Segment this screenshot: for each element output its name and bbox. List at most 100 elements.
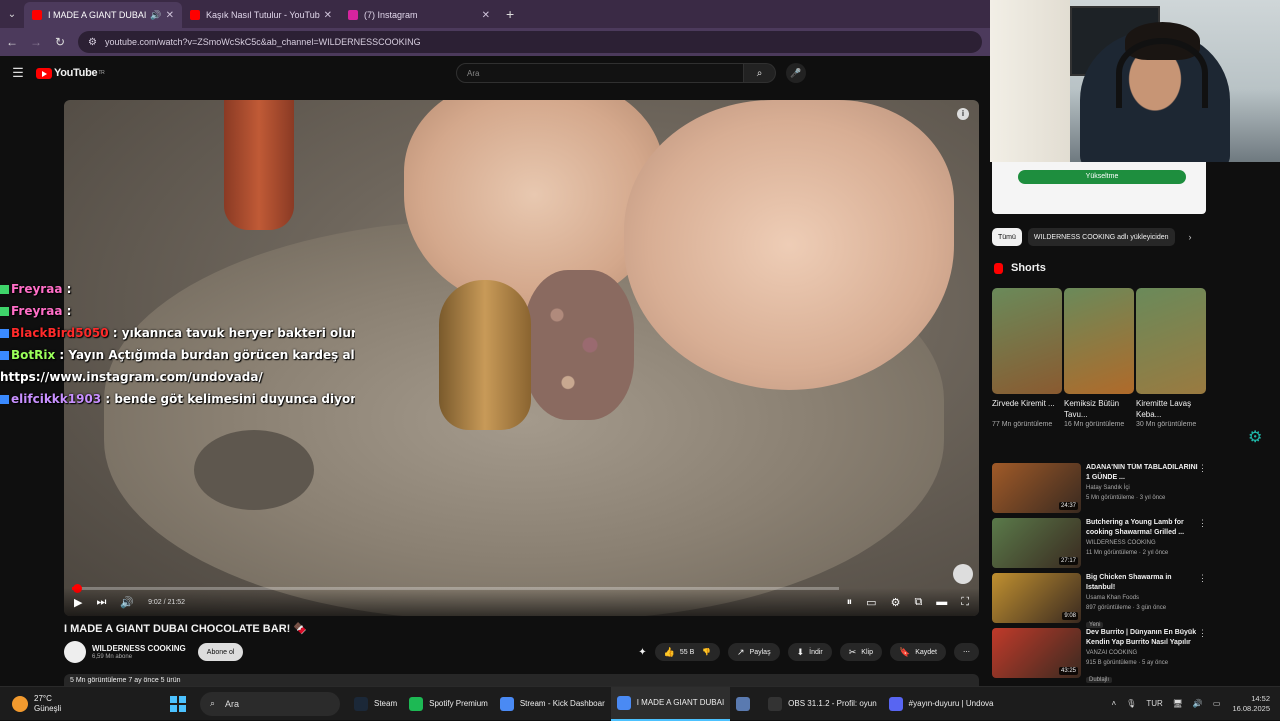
subscribe-button[interactable]: Abone ol: [197, 643, 244, 661]
app-icon: [409, 696, 424, 711]
taskbar-app-label: Stream - Kick Dashboar: [519, 699, 605, 708]
short-thumbnail[interactable]: [992, 288, 1062, 394]
more-options-icon[interactable]: ⋮: [1198, 573, 1208, 625]
settings-gear-icon[interactable]: ⚙: [891, 596, 901, 609]
video-meta: 915 B görüntüleme · 5 ay önce: [1086, 660, 1169, 666]
recommended-video[interactable]: 24:37 ADANA'NIN TÜM TABLADILARINI 1 GÜNDE…: [992, 463, 1208, 515]
short-title[interactable]: Zirvede Kiremit ...: [992, 398, 1062, 420]
video-title[interactable]: Butchering a Young Lamb for cooking Shaw…: [1086, 518, 1198, 538]
back-icon[interactable]: ←: [0, 35, 24, 49]
taskbar-app[interactable]: Steam: [348, 687, 403, 721]
volume-icon[interactable]: 🔊: [1193, 699, 1203, 708]
channel-avatar[interactable]: [64, 641, 86, 663]
taskbar-app[interactable]: Stream - Kick Dashboar: [494, 687, 611, 721]
recommended-video[interactable]: 9:08 Big Chicken Shawarma in Istanbul! Usa…: [992, 573, 1208, 628]
taskbar-search[interactable]: ⌕ Ara: [200, 691, 340, 716]
clip-button[interactable]: ✂ Klip: [839, 643, 882, 661]
short-title[interactable]: Kiremitte Lavaş Keba...: [1136, 398, 1206, 420]
download-button[interactable]: ⬇ İndir: [787, 643, 832, 661]
search-input[interactable]: Ara: [456, 63, 744, 83]
video-thumbnail[interactable]: 24:37: [992, 463, 1081, 513]
browser-tab-active[interactable]: I MADE A GIANT DUBAI CH 🔊 ✕: [24, 2, 182, 28]
subtitles-icon[interactable]: ▭: [866, 596, 876, 609]
short-card[interactable]: Kemiksiz Bütün Tavu... 16 Mn görüntüleme: [1064, 288, 1134, 430]
channel-name[interactable]: WILDERNESS COOKING: [1086, 538, 1198, 548]
more-options-icon[interactable]: ⋮: [1198, 463, 1208, 515]
more-options-icon[interactable]: ⋮: [1198, 518, 1208, 570]
extension-gear-icon[interactable]: ⚙: [1248, 427, 1262, 447]
tab-list-chevron-icon[interactable]: ⌄: [0, 3, 24, 25]
chevron-right-icon[interactable]: ›: [1189, 232, 1192, 242]
next-icon[interactable]: ⏭: [96, 596, 106, 609]
speaker-icon[interactable]: 🔊: [150, 10, 161, 21]
miniplayer-icon[interactable]: ⧉: [914, 596, 922, 609]
chevron-up-icon[interactable]: ˄: [1111, 699, 1116, 708]
taskbar-app[interactable]: Spotify Premium: [403, 687, 494, 721]
chip-from-channel[interactable]: WILDERNESS COOKING adlı yükleyiciden: [1027, 228, 1175, 246]
like-button[interactable]: 👍 55 B 👎: [654, 643, 721, 661]
more-actions-icon[interactable]: ⋯: [954, 643, 979, 661]
menu-icon[interactable]: ☰: [0, 65, 36, 81]
video-thumbnail[interactable]: 27:17: [992, 518, 1081, 568]
chip-all[interactable]: Tümü: [992, 228, 1022, 246]
taskbar-app-label: Steam: [374, 699, 398, 708]
windows-start-icon[interactable]: [170, 695, 186, 712]
taskbar-app[interactable]: OBS 31.1.2 - Profil: oyun: [762, 687, 883, 721]
channel-name[interactable]: WILDERNESS COOKING: [92, 644, 186, 653]
youtube-logo[interactable]: YouTube TR: [36, 67, 105, 79]
upgrade-button[interactable]: Yükseltme: [1018, 170, 1186, 184]
play-icon[interactable]: ▶: [74, 596, 82, 609]
channel-watermark[interactable]: [953, 564, 973, 584]
close-tab-icon[interactable]: ✕: [482, 10, 490, 21]
short-thumbnail[interactable]: [1136, 288, 1206, 394]
taskbar-app[interactable]: I MADE A GIANT DUBAI: [610, 686, 731, 721]
language-indicator[interactable]: TUR: [1146, 699, 1162, 708]
battery-icon[interactable]: ▭: [1213, 699, 1221, 708]
download-label: İndir: [809, 648, 823, 656]
search-icon[interactable]: ⌕: [744, 63, 776, 83]
recommended-video[interactable]: 27:17 Butchering a Young Lamb for cooking…: [992, 518, 1208, 570]
more-options-icon[interactable]: ⋮: [1198, 628, 1208, 680]
clock[interactable]: 14:52 16.08.2025: [1232, 694, 1270, 714]
share-icon: ↗: [737, 646, 745, 657]
short-title[interactable]: Kemiksiz Bütün Tavu...: [1064, 398, 1134, 420]
info-icon[interactable]: i: [957, 108, 969, 120]
close-tab-icon[interactable]: ✕: [324, 10, 332, 21]
channel-name[interactable]: Usama Khan Foods: [1086, 593, 1198, 603]
video-thumbnail[interactable]: 43:25: [992, 628, 1081, 678]
channel-name[interactable]: Hatay Sandık İçi: [1086, 483, 1198, 493]
microphone-icon[interactable]: 🎤: [786, 63, 806, 83]
browser-tab[interactable]: (7) Instagram ✕: [340, 2, 498, 28]
reload-icon[interactable]: ↻: [48, 35, 72, 49]
network-icon[interactable]: 🖥: [1173, 699, 1183, 708]
new-tab-icon[interactable]: +: [506, 6, 514, 22]
short-card[interactable]: Zirvede Kiremit ... 77 Mn görüntüleme: [992, 288, 1062, 430]
ai-sparkle-icon[interactable]: ✦: [638, 647, 646, 658]
share-button[interactable]: ↗ Paylaş: [728, 643, 780, 661]
autoplay-toggle-icon[interactable]: ⏸: [847, 596, 853, 609]
browser-tab[interactable]: Kaşık Nasıl Tutulur - YouTube ✕: [182, 2, 340, 28]
thumbs-down-icon[interactable]: 👎: [702, 648, 711, 656]
video-title[interactable]: Dev Burrito | Dünyanın En Büyük Kendin Y…: [1086, 628, 1198, 648]
forward-icon[interactable]: →: [24, 35, 48, 49]
fullscreen-icon[interactable]: ⛶: [961, 596, 969, 609]
save-button[interactable]: 🔖 Kaydet: [889, 643, 946, 661]
volume-icon[interactable]: 🔊: [120, 596, 134, 609]
weather-widget[interactable]: 27°C Güneşli: [0, 694, 170, 714]
taskbar-app[interactable]: [730, 687, 762, 721]
close-tab-icon[interactable]: ✕: [166, 10, 174, 21]
address-bar-row: ← → ↻ ⚙ youtube.com/watch?v=ZSmoWcSkC5c&…: [0, 28, 990, 56]
video-title[interactable]: Big Chicken Shawarma in Istanbul!: [1086, 573, 1198, 593]
microphone-icon[interactable]: 🎙: [1126, 699, 1136, 708]
theater-mode-icon[interactable]: ▬: [936, 596, 947, 608]
site-info-icon[interactable]: ⚙: [88, 37, 97, 48]
wooden-pestle: [439, 280, 531, 430]
video-title[interactable]: ADANA'NIN TÜM TABLADILARINI 1 GÜNDE ...: [1086, 463, 1198, 483]
url-field[interactable]: ⚙ youtube.com/watch?v=ZSmoWcSkC5c&ab_cha…: [78, 31, 982, 53]
taskbar-app[interactable]: #yayın-duyuru | Undova: [883, 687, 1000, 721]
recommended-video[interactable]: 43:25 Dev Burrito | Dünyanın En Büyük Ken…: [992, 628, 1208, 683]
short-thumbnail[interactable]: [1064, 288, 1134, 394]
channel-name[interactable]: VANZAI COOKING: [1086, 648, 1198, 658]
short-card[interactable]: Kiremitte Lavaş Keba... 30 Mn görüntüleme: [1136, 288, 1206, 430]
video-thumbnail[interactable]: 9:08: [992, 573, 1081, 623]
